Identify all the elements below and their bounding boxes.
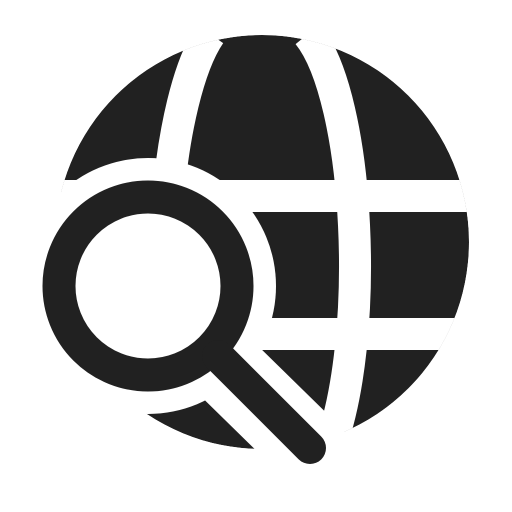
icon-canvas: [0, 0, 512, 512]
lens-glass: [76, 214, 220, 358]
globe-search-icon: [20, 35, 469, 490]
